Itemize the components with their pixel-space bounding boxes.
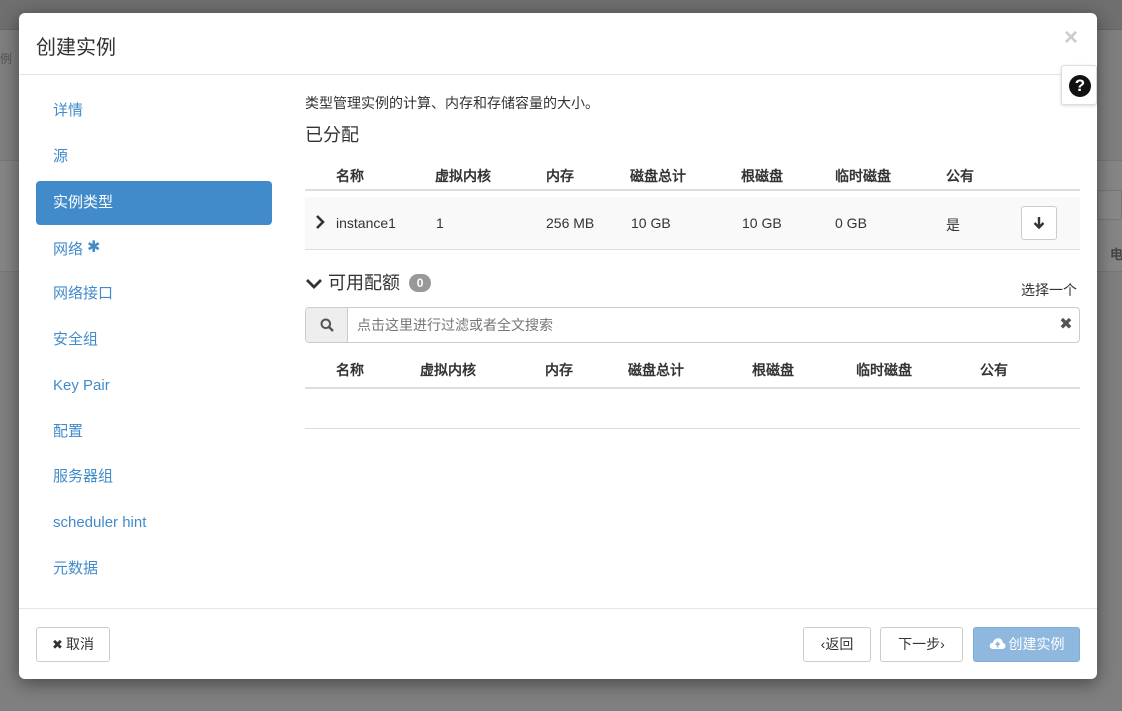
step-scheduler-hints[interactable]: scheduler hint bbox=[36, 501, 272, 545]
step-configuration[interactable]: 配置 bbox=[36, 410, 272, 454]
col-ephemeral[interactable]: 临时磁盘 bbox=[856, 360, 912, 380]
col-root-disk: 根磁盘 bbox=[741, 168, 783, 184]
col-name: 名称 bbox=[336, 168, 364, 184]
step-label: 服务器组 bbox=[53, 468, 114, 486]
create-instance-button[interactable]: 创建实例 bbox=[973, 627, 1080, 662]
next-label: 下一步› bbox=[898, 636, 945, 652]
cell-ram: 256 MB bbox=[546, 215, 595, 231]
close-icon[interactable]: × bbox=[1059, 25, 1083, 51]
col-public[interactable]: 公有 bbox=[980, 360, 1008, 380]
col-name[interactable]: 名称 bbox=[336, 360, 364, 380]
cell-root-disk: 10 GB bbox=[742, 215, 782, 231]
step-metadata[interactable]: 元数据 bbox=[36, 547, 272, 591]
search-input[interactable] bbox=[349, 308, 1049, 342]
col-disk-total[interactable]: 磁盘总计 bbox=[628, 360, 684, 380]
modal-title: 创建实例 bbox=[36, 37, 116, 59]
available-title-label: 可用配额 bbox=[328, 273, 401, 293]
clear-search-icon[interactable]: ✖ bbox=[1058, 316, 1074, 334]
col-root-disk[interactable]: 根磁盘 bbox=[752, 360, 794, 380]
cancel-label: 取消 bbox=[65, 636, 94, 652]
cloud-upload-icon bbox=[989, 638, 1005, 649]
search-addon bbox=[306, 308, 348, 342]
col-ram[interactable]: 内存 bbox=[545, 360, 573, 380]
table-row[interactable]: instance1 1 256 MB 10 GB 10 GB 0 GB 是 bbox=[305, 197, 1080, 250]
backdrop-text-left: 例 bbox=[0, 52, 13, 66]
col-vcpus[interactable]: 虚拟内核 bbox=[420, 360, 476, 380]
back-label: ‹返回 bbox=[820, 636, 854, 652]
step-label: 元数据 bbox=[53, 559, 99, 577]
arrow-down-icon bbox=[1033, 217, 1045, 230]
back-button[interactable]: ‹返回 bbox=[803, 627, 871, 662]
step-networks[interactable]: 网络 ✱ bbox=[36, 226, 272, 270]
available-table-header: 名称 虚拟内核 内存 磁盘总计 根磁盘 临时磁盘 公有 bbox=[305, 353, 1080, 389]
search-bar: ✖ bbox=[305, 307, 1080, 343]
question-icon: ? bbox=[1069, 75, 1091, 97]
step-label: 网络 bbox=[53, 241, 84, 259]
allocated-table-header: 名称 虚拟内核 内存 磁盘总计 根磁盘 临时磁盘 公有 bbox=[305, 159, 1080, 191]
backdrop-text-right: 电 bbox=[1110, 247, 1122, 262]
step-details[interactable]: 详情 bbox=[36, 89, 272, 133]
step-label: 实例类型 bbox=[53, 193, 114, 211]
required-asterisk-icon: ✱ bbox=[87, 239, 101, 257]
close-icon: ✖ bbox=[52, 637, 63, 652]
available-count-badge: 0 bbox=[409, 274, 432, 292]
available-title[interactable]: 可用配额 0 bbox=[305, 269, 432, 297]
col-vcpus: 虚拟内核 bbox=[435, 168, 491, 184]
search-icon bbox=[320, 318, 334, 332]
step-label: 安全组 bbox=[53, 330, 99, 348]
modal-footer: ✖ 取消 ‹返回 下一步› 创建实例 bbox=[19, 608, 1097, 679]
cell-disk-total: 10 GB bbox=[631, 215, 671, 231]
step-network-ports[interactable]: 网络接口 bbox=[36, 272, 272, 316]
step-server-groups[interactable]: 服务器组 bbox=[36, 455, 272, 499]
step-flavor[interactable]: 实例类型 bbox=[36, 180, 272, 225]
chevron-down-icon[interactable] bbox=[305, 277, 323, 291]
wizard-steps: 详情 源 实例类型 网络 ✱ 网络接口 安全组 Key Pair 配置 服务器组 … bbox=[36, 89, 272, 593]
col-public: 公有 bbox=[946, 168, 974, 184]
col-disk-total: 磁盘总计 bbox=[630, 168, 686, 184]
col-ephemeral: 临时磁盘 bbox=[835, 168, 891, 184]
modal-header: 创建实例 × bbox=[19, 13, 1097, 75]
step-label: Key Pair bbox=[53, 376, 110, 394]
launch-instance-dialog: 创建实例 × ? 详情 源 实例类型 网络 ✱ 网络接口 安全组 Key Pair… bbox=[19, 13, 1097, 679]
help-button[interactable]: ? bbox=[1061, 65, 1097, 105]
allocated-title: 已分配 bbox=[305, 125, 359, 145]
step-label: 源 bbox=[53, 147, 69, 165]
cell-public: 是 bbox=[946, 217, 960, 233]
cell-vcpus: 1 bbox=[436, 215, 444, 231]
empty-table-body bbox=[305, 389, 1080, 429]
step-label: 详情 bbox=[53, 102, 84, 119]
step-label: 配置 bbox=[53, 422, 84, 440]
chevron-right-icon[interactable] bbox=[314, 213, 326, 231]
cancel-button[interactable]: ✖ 取消 bbox=[36, 627, 110, 662]
col-ram: 内存 bbox=[546, 168, 574, 184]
backdrop-strip bbox=[1097, 190, 1122, 220]
step-key-pair[interactable]: Key Pair bbox=[36, 364, 272, 408]
cell-name: instance1 bbox=[336, 215, 396, 231]
step-source[interactable]: 源 bbox=[36, 135, 272, 179]
select-one-hint: 选择一个 bbox=[1021, 282, 1077, 298]
next-button[interactable]: 下一步› bbox=[880, 627, 963, 662]
step-label: scheduler hint bbox=[53, 514, 147, 532]
step-label: 网络接口 bbox=[53, 285, 114, 303]
flavor-description: 类型管理实例的计算、内存和存储容量的大小。 bbox=[305, 95, 599, 111]
create-label: 创建实例 bbox=[1008, 636, 1065, 652]
step-security-groups[interactable]: 安全组 bbox=[36, 318, 272, 362]
deallocate-button[interactable] bbox=[1021, 206, 1057, 240]
cell-ephemeral: 0 GB bbox=[835, 215, 867, 231]
